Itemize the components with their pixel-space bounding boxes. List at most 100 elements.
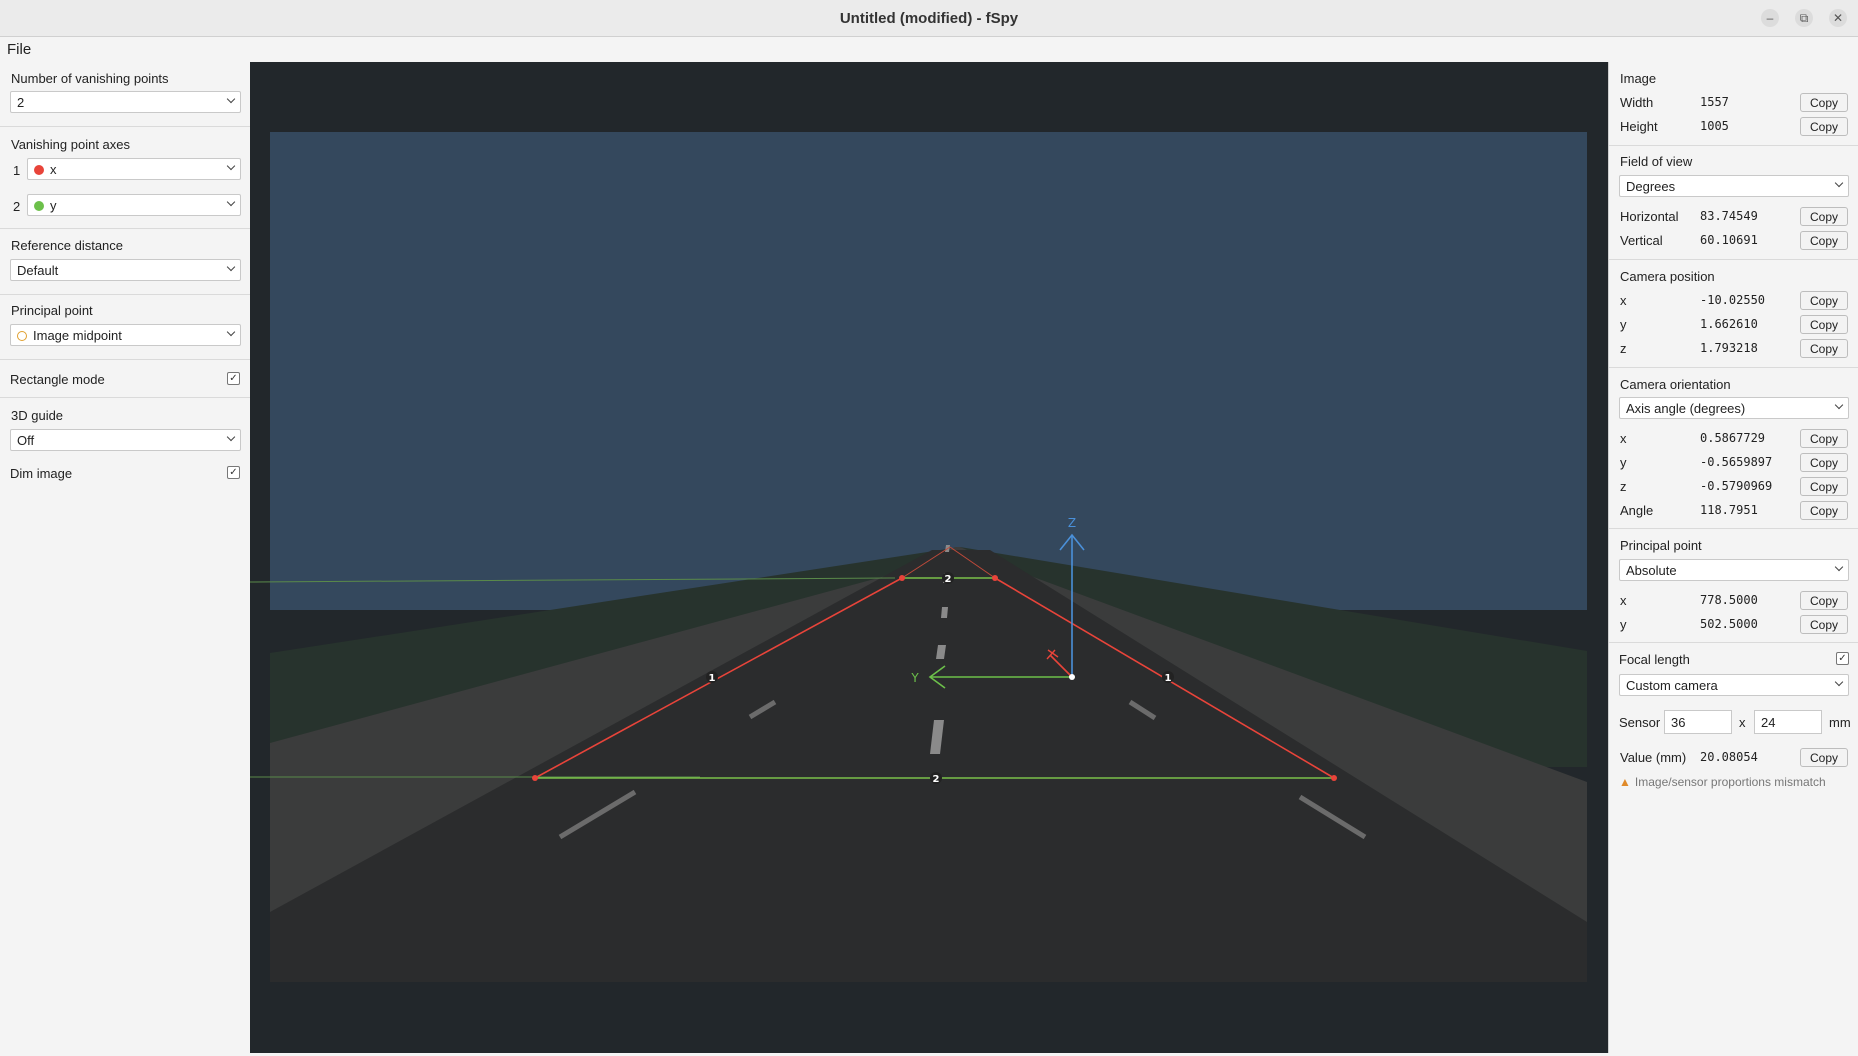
height-label: Height — [1620, 119, 1658, 134]
warning-icon: ▲ — [1619, 775, 1631, 789]
height-value: 1005 — [1700, 119, 1729, 133]
copy-pp-y-button[interactable]: Copy — [1800, 615, 1848, 634]
copy-camori-y-button[interactable]: Copy — [1800, 453, 1848, 472]
campos-z-label: z — [1620, 341, 1627, 356]
camera-preset-select[interactable]: Custom camera — [1619, 674, 1849, 696]
circle-icon — [17, 331, 27, 341]
divider — [0, 294, 250, 295]
pp-y-value: 502.5000 — [1700, 617, 1758, 631]
red-dot-icon — [34, 165, 44, 175]
divider — [0, 126, 250, 127]
campos-y-value: 1.662610 — [1700, 317, 1758, 331]
focal-value-label: Value (mm) — [1620, 750, 1687, 765]
focal-length-checkbox[interactable]: ✓ — [1836, 652, 1849, 665]
copy-pp-x-button[interactable]: Copy — [1800, 591, 1848, 610]
minimize-button[interactable]: – — [1761, 9, 1779, 27]
chevron-down-icon — [1834, 400, 1844, 410]
origin-handle[interactable] — [1069, 674, 1075, 680]
chevron-down-icon — [226, 161, 236, 171]
copy-campos-x-button[interactable]: Copy — [1800, 291, 1848, 310]
num-vp-select[interactable]: 2 — [10, 91, 241, 113]
width-value: 1557 — [1700, 95, 1729, 109]
axis1-index: 1 — [13, 163, 21, 178]
vp2-badge-top-label: 2 — [945, 574, 952, 585]
fov-horizontal-label: Horizontal — [1620, 209, 1679, 224]
pp-x-value: 778.5000 — [1700, 593, 1758, 607]
pp-y-label: y — [1620, 617, 1627, 632]
chevron-down-icon — [226, 262, 236, 272]
chevron-down-icon — [226, 197, 236, 207]
chevron-down-icon — [226, 432, 236, 442]
sensor-width-input[interactable]: 36 — [1664, 710, 1732, 734]
campos-z-value: 1.793218 — [1700, 341, 1758, 355]
copy-height-button[interactable]: Copy — [1800, 117, 1848, 136]
chevron-down-icon — [1834, 178, 1844, 188]
divider — [0, 359, 250, 360]
divider — [1609, 259, 1858, 260]
pp-x-label: x — [1620, 593, 1627, 608]
copy-camori-angle-button[interactable]: Copy — [1800, 501, 1848, 520]
width-label: Width — [1620, 95, 1654, 110]
camori-angle-label: Angle — [1620, 503, 1654, 518]
vp1-badge-left-label: 1 — [709, 673, 716, 684]
guide-label: 3D guide — [11, 408, 64, 423]
copy-camori-x-button[interactable]: Copy — [1800, 429, 1848, 448]
campos-y-label: y — [1620, 317, 1627, 332]
guide-select[interactable]: Off — [10, 429, 241, 451]
scene-canvas[interactable]: 2 2 1 1 Z Y — [249, 62, 1608, 1053]
pp-section-title: Principal point — [1620, 538, 1702, 553]
camori-mode-select[interactable]: Axis angle (degrees) — [1619, 397, 1849, 419]
focal-section-title: Focal length — [1619, 652, 1690, 667]
maximize-button[interactable]: ⧉ — [1795, 9, 1813, 27]
sensor-unit-label: mm — [1829, 715, 1851, 730]
copy-camori-z-button[interactable]: Copy — [1800, 477, 1848, 496]
camori-z-label: z — [1620, 479, 1627, 494]
campos-x-label: x — [1620, 293, 1627, 308]
copy-campos-z-button[interactable]: Copy — [1800, 339, 1848, 358]
vp1-badge-right-label: 1 — [1165, 673, 1172, 684]
chevron-down-icon — [1834, 562, 1844, 572]
divider — [0, 228, 250, 229]
sensor-label: Sensor — [1619, 715, 1661, 730]
fov-section-title: Field of view — [1620, 154, 1693, 169]
rect-mode-checkbox[interactable]: ✓ — [227, 372, 240, 385]
ref-dist-select[interactable]: Default — [10, 259, 241, 281]
menu-bar: File — [0, 37, 1858, 61]
principal-select[interactable]: Image midpoint — [10, 324, 241, 346]
z-axis-label: Z — [1068, 516, 1076, 530]
green-dot-icon — [34, 201, 44, 211]
vp2-badge-bottom-label: 2 — [933, 774, 940, 785]
divider — [1609, 367, 1858, 368]
close-button[interactable]: ✕ — [1829, 9, 1847, 27]
ref-dist-label: Reference distance — [11, 238, 124, 253]
title-bar: Untitled (modified) - fSpy – ⧉ ✕ — [0, 0, 1858, 37]
image-viewport[interactable]: 2 2 1 1 Z Y — [249, 62, 1608, 1053]
sensor-height-input[interactable]: 24 — [1754, 710, 1822, 734]
chevron-down-icon — [1834, 677, 1844, 687]
canvas-bottom — [270, 982, 1587, 1053]
axis2-select[interactable]: y — [27, 194, 241, 216]
chevron-down-icon — [226, 327, 236, 337]
pp-mode-select[interactable]: Absolute — [1619, 559, 1849, 581]
right-results-panel: Image Width 1557 Copy Height 1005 Copy F… — [1608, 62, 1858, 1053]
axis1-select[interactable]: x — [27, 158, 241, 180]
divider — [1609, 642, 1858, 643]
y-axis-label: Y — [910, 671, 919, 685]
divider — [1609, 528, 1858, 529]
fov-vertical-label: Vertical — [1620, 233, 1663, 248]
camori-y-value: -0.5659897 — [1700, 455, 1773, 469]
copy-fov-horizontal-button[interactable]: Copy — [1800, 207, 1848, 226]
fov-unit-select[interactable]: Degrees — [1619, 175, 1849, 197]
chevron-down-icon — [226, 94, 236, 104]
focal-value: 20.08054 — [1700, 750, 1758, 764]
copy-focal-button[interactable]: Copy — [1800, 748, 1848, 767]
camori-z-value: -0.5790969 — [1700, 479, 1773, 493]
sky-area — [270, 132, 1587, 610]
menu-file[interactable]: File — [7, 41, 31, 58]
copy-campos-y-button[interactable]: Copy — [1800, 315, 1848, 334]
divider — [1609, 145, 1858, 146]
dim-image-checkbox[interactable]: ✓ — [227, 466, 240, 479]
copy-fov-vertical-button[interactable]: Copy — [1800, 231, 1848, 250]
copy-width-button[interactable]: Copy — [1800, 93, 1848, 112]
axis2-index: 2 — [13, 199, 21, 214]
